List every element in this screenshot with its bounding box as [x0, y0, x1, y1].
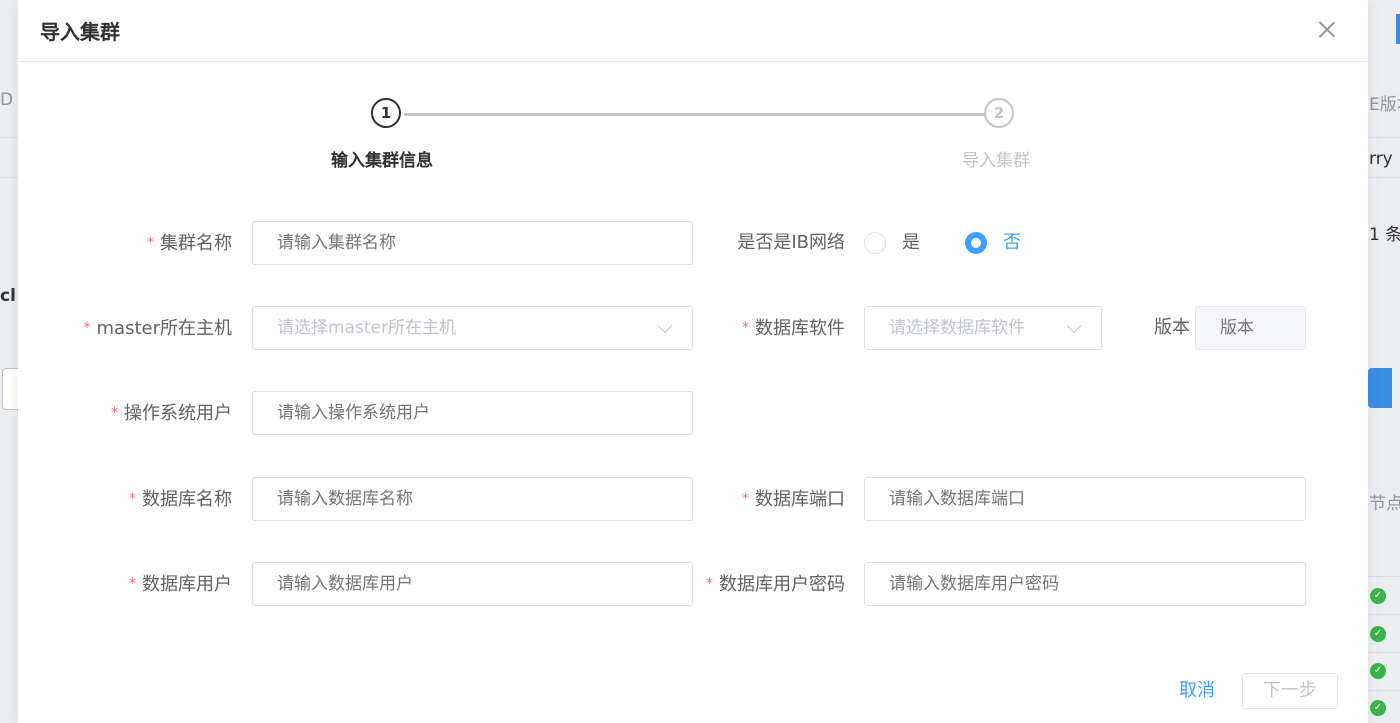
ib-network-label: 是否是IB网络 [737, 232, 845, 253]
os-user-input[interactable] [252, 391, 693, 435]
step-1-title: 输入集群信息 [331, 151, 433, 171]
dialog-title: 导入集群 [40, 20, 120, 44]
step-2-icon: 2 [984, 98, 1014, 128]
background-divider [1368, 652, 1400, 653]
db-name-label-text: 数据库名称 [142, 489, 232, 510]
background-input [2, 368, 18, 410]
db-software-label-text: 数据库软件 [755, 318, 845, 339]
close-icon[interactable] [1316, 18, 1338, 40]
required-mark: * [83, 320, 91, 336]
master-host-label-text: master所在主机 [96, 318, 232, 339]
ib-network-yes-label: 是 [902, 232, 920, 253]
db-port-label: * 数据库端口 [742, 477, 845, 521]
required-mark: * [111, 405, 118, 421]
background-divider [0, 177, 18, 178]
db-password-label: * 数据库用户密码 [706, 562, 845, 606]
ib-network-no-label: 否 [1003, 232, 1021, 253]
db-port-label-text: 数据库端口 [755, 489, 845, 510]
cluster-name-label-text: 集群名称 [160, 233, 232, 254]
import-cluster-dialog: 导入集群 1 输入集群信息 2 导入集群 * 集群名称 是否是IB网络 是 否 *… [18, 0, 1368, 723]
background-divider [1368, 137, 1400, 138]
master-host-select-placeholder: 请选择master所在主机 [277, 318, 456, 338]
dialog-header: 导入集群 [18, 0, 1368, 62]
background-text: cl [0, 286, 16, 306]
background-divider [1368, 576, 1400, 577]
ib-network-radio-no[interactable]: 否 [965, 221, 1045, 265]
background-button [1368, 368, 1392, 408]
step-1-icon: 1 [371, 98, 401, 128]
version-input [1195, 306, 1306, 350]
background-text: D [0, 90, 14, 110]
success-check-icon: ✓ [1370, 588, 1386, 604]
cluster-name-label: * 集群名称 [147, 221, 232, 265]
background-divider [1368, 614, 1400, 615]
db-user-label-text: 数据库用户 [142, 574, 232, 595]
db-password-label-text: 数据库用户密码 [719, 574, 845, 595]
chevron-down-icon [657, 318, 673, 334]
cluster-name-input[interactable] [252, 221, 693, 265]
os-user-label-text: 操作系统用户 [124, 403, 232, 424]
background-divider [0, 137, 18, 138]
db-password-input[interactable] [864, 562, 1306, 606]
radio-checked-icon [965, 232, 987, 254]
steps: 1 输入集群信息 2 导入集群 [18, 62, 1368, 182]
step-connector-line [404, 113, 986, 116]
background-divider [1368, 690, 1400, 691]
success-check-icon: ✓ [1370, 700, 1386, 716]
radio-unchecked-icon [864, 232, 886, 254]
db-name-input[interactable] [252, 477, 693, 521]
chevron-down-icon [1066, 318, 1082, 334]
required-mark: * [742, 491, 749, 507]
db-software-select[interactable]: 请选择数据库软件 [864, 306, 1102, 350]
step-2-title: 导入集群 [962, 151, 1030, 171]
background-text: 节点数 [1369, 494, 1400, 514]
db-user-input[interactable] [252, 562, 693, 606]
success-check-icon: ✓ [1370, 626, 1386, 642]
master-host-label: * master所在主机 [84, 306, 232, 350]
required-mark: * [147, 235, 154, 251]
required-mark: * [129, 576, 136, 592]
background-divider [1368, 177, 1400, 178]
required-mark: * [706, 576, 713, 592]
cancel-button[interactable]: 取消 [1170, 673, 1224, 709]
background-text: 1 条 [1369, 225, 1400, 245]
os-user-label: * 操作系统用户 [111, 391, 232, 435]
version-label: 版本 [1154, 317, 1190, 338]
db-user-label: * 数据库用户 [129, 562, 232, 606]
success-check-icon: ✓ [1370, 663, 1386, 679]
db-software-label: * 数据库软件 [742, 306, 845, 350]
db-name-label: * 数据库名称 [129, 477, 232, 521]
db-software-select-placeholder: 请选择数据库软件 [889, 318, 1025, 338]
required-mark: * [129, 491, 136, 507]
next-step-button[interactable]: 下一步 [1242, 673, 1338, 709]
required-mark: * [742, 320, 749, 336]
background-text: E版本 [1369, 95, 1400, 115]
background-text: rry 1 [1369, 149, 1400, 169]
master-host-select[interactable]: 请选择master所在主机 [252, 306, 693, 350]
ib-network-radio-yes[interactable]: 是 [864, 221, 944, 265]
db-port-input[interactable] [864, 477, 1306, 521]
background-accent [1396, 14, 1400, 44]
